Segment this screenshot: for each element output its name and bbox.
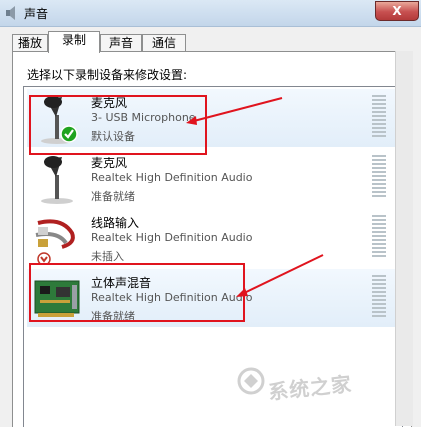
- line-in-cable-icon: [35, 219, 75, 265]
- instruction-text: 选择以下录制设备来修改设置:: [27, 68, 188, 82]
- level-meter: [372, 95, 386, 139]
- device-status: 准备就绪: [91, 310, 135, 323]
- device-detail: Realtek High Definition Audio: [91, 171, 253, 184]
- device-name: 麦克风: [91, 156, 128, 170]
- level-meter: [372, 155, 386, 199]
- device-detail: Realtek High Definition Audio: [91, 291, 253, 304]
- device-usb-microphone[interactable]: 麦克风 3- USB Microphone 默认设备: [27, 89, 399, 147]
- device-name: 麦克风: [91, 96, 128, 110]
- level-meter: [372, 275, 386, 319]
- microphone-icon: [41, 156, 73, 204]
- device-status: 默认设备: [91, 130, 135, 143]
- window-title: 声音: [24, 7, 49, 21]
- device-name: 立体声混音: [91, 276, 152, 290]
- device-detail: Realtek High Definition Audio: [91, 231, 253, 244]
- device-name: 线路输入: [91, 216, 140, 230]
- scrollbar[interactable]: [395, 51, 413, 426]
- speaker-icon: [6, 6, 15, 20]
- device-status: 准备就绪: [91, 190, 135, 203]
- close-button[interactable]: X: [375, 1, 419, 21]
- tab-communications[interactable]: 通信: [142, 34, 186, 52]
- device-line-in[interactable]: 线路输入 Realtek High Definition Audio 未插入: [27, 209, 399, 267]
- device-realtek-microphone[interactable]: 麦克风 Realtek High Definition Audio 准备就绪: [27, 149, 399, 207]
- level-meter: [372, 215, 386, 259]
- tab-sounds[interactable]: 声音: [100, 34, 142, 52]
- watermark-logo: [237, 367, 265, 395]
- device-stereo-mix[interactable]: 立体声混音 Realtek High Definition Audio 准备就绪: [27, 269, 399, 327]
- device-status: 未插入: [91, 250, 124, 263]
- recording-panel: 选择以下录制设备来修改设置: 麦克风 3- USB Microphone 默认设…: [12, 51, 412, 427]
- tab-playback[interactable]: 播放: [12, 34, 48, 52]
- microphone-icon: [41, 96, 78, 144]
- tab-recording[interactable]: 录制: [48, 31, 100, 53]
- device-detail: 3- USB Microphone: [91, 111, 196, 124]
- title-bar: 声音 X: [0, 0, 421, 27]
- sound-card-icon: [34, 280, 80, 317]
